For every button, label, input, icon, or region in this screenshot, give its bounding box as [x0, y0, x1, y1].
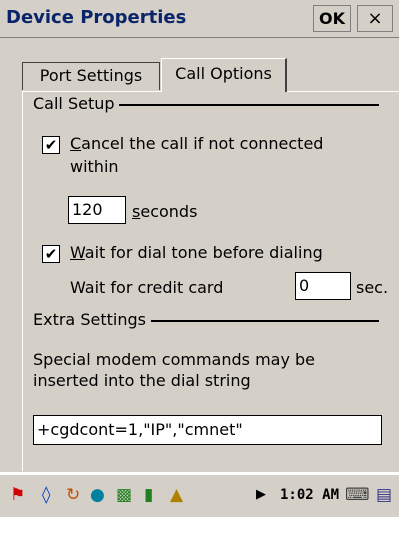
call-options-panel: Call Setup ✔ Cancel the call if not conn… — [22, 91, 399, 471]
network-adapter-icon[interactable]: ▤ — [376, 485, 392, 505]
seconds-label: seconds — [132, 202, 197, 221]
wait-dial-tone-accel: W — [70, 243, 85, 262]
clock[interactable]: 1:02 AM — [280, 487, 339, 503]
seconds-input[interactable]: 120 — [68, 196, 126, 224]
signal-icon[interactable]: ▩ — [116, 485, 132, 505]
cancel-call-accel: C — [70, 134, 82, 153]
seconds-label-rest: econds — [140, 202, 198, 221]
extra-settings-divider — [151, 320, 379, 322]
cancel-call-label-rest: ancel the call if not connected — [81, 134, 324, 153]
keyboard-icon[interactable]: ⌨ — [345, 485, 370, 505]
title-bar: Device Properties OK × — [0, 0, 399, 38]
close-button[interactable]: × — [357, 5, 393, 32]
network-icon[interactable]: ● — [90, 485, 105, 505]
bluetooth-icon[interactable]: ◊ — [42, 485, 50, 505]
arrow-icon: ▶ — [256, 487, 266, 502]
wait-dial-tone-label-rest: ait for dial tone before dialing — [84, 243, 323, 262]
extra-description-line2: inserted into the dial string — [33, 371, 251, 390]
extra-settings-label: Extra Settings — [33, 310, 150, 329]
ok-button[interactable]: OK — [313, 5, 351, 32]
taskbar: ⚑ ◊ ↻ ● ▩ ▮ ▲ ▶ 1:02 AM ⌨ ▤ — [0, 472, 399, 540]
connection-icon[interactable]: ▲ — [170, 485, 183, 505]
activesync-icon[interactable]: ↻ — [66, 485, 80, 505]
wait-dial-tone-label: Wait for dial tone before dialing — [70, 243, 323, 262]
cancel-call-label-line2: within — [70, 157, 119, 176]
dial-string-input[interactable]: +cgdcont=1,"IP","cmnet" — [33, 415, 382, 445]
extra-description-line1: Special modem commands may be — [33, 350, 316, 369]
cancel-call-label: Cancel the call if not connected — [70, 134, 323, 153]
call-setup-label: Call Setup — [33, 94, 119, 113]
wait-dial-tone-checkbox[interactable]: ✔ — [42, 245, 60, 263]
start-flag-icon[interactable]: ⚑ — [10, 485, 25, 505]
credit-card-label: Wait for credit card — [70, 278, 224, 297]
taskbar-strip: ⚑ ◊ ↻ ● ▩ ▮ ▲ ▶ 1:02 AM ⌨ ▤ — [0, 474, 399, 517]
tab-port-settings[interactable]: Port Settings — [22, 62, 160, 90]
signal-bars-icon[interactable]: ▮ — [144, 485, 153, 505]
dialog-content: Port Settings Call Options Call Setup ✔ … — [0, 38, 399, 472]
tab-call-options[interactable]: Call Options — [161, 58, 287, 92]
credit-card-unit: sec. — [356, 278, 389, 297]
cancel-call-checkbox[interactable]: ✔ — [42, 136, 60, 154]
credit-card-input[interactable]: 0 — [295, 272, 351, 300]
call-setup-divider — [111, 104, 379, 106]
window-title: Device Properties — [6, 7, 187, 28]
